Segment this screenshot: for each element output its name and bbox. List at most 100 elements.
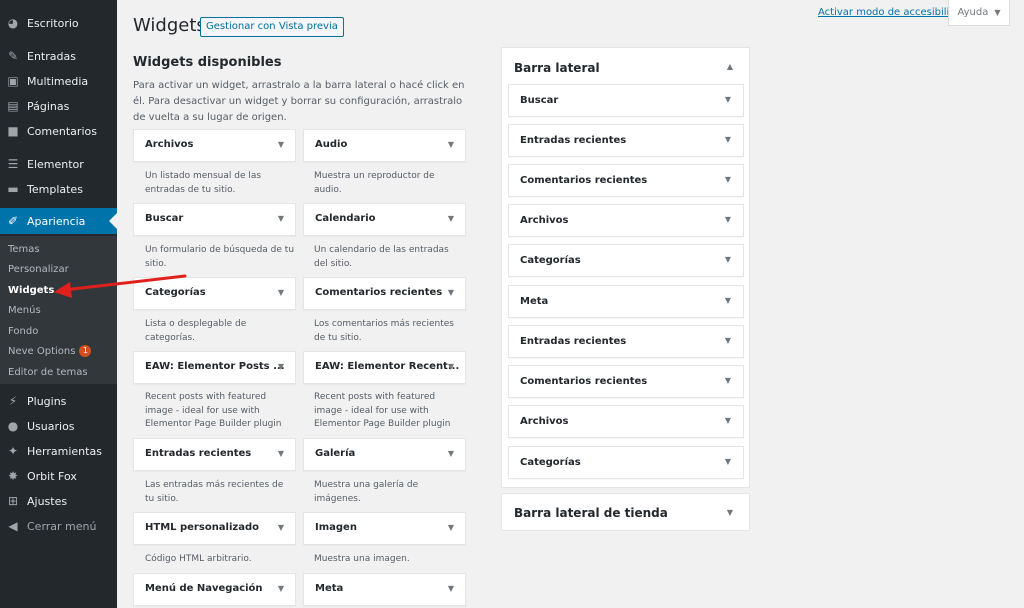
caret-down-icon[interactable]: ▼ xyxy=(448,449,454,458)
sidebar-widget[interactable]: Entradas recientes ▼ xyxy=(508,124,744,157)
caret-down-icon[interactable]: ▼ xyxy=(448,523,454,532)
sidebar-widget[interactable]: Archivos ▼ xyxy=(508,204,744,237)
widget-title: Entradas recientes xyxy=(520,336,627,347)
menu-item-paginas[interactable]: ▤ Páginas xyxy=(0,95,117,117)
widget-eaw-elementor-recent[interactable]: EAW: Elementor Recent... ▼ xyxy=(303,351,466,384)
caret-down-icon[interactable]: ▼ xyxy=(725,255,731,264)
caret-down-icon[interactable]: ▼ xyxy=(725,416,731,425)
caret-down-icon[interactable]: ▼ xyxy=(448,140,454,149)
widget-title: Archivos xyxy=(145,139,194,150)
widget-description: Lista o desplegable de categorías. xyxy=(145,319,247,343)
widget-description: Un calendario de las entradas del sitio. xyxy=(314,245,449,269)
widget-description: Un listado mensual de las entradas de tu… xyxy=(145,171,262,195)
menu-item-apariencia[interactable]: ✐ Apariencia xyxy=(0,208,117,234)
menu-item-templates[interactable]: ▬ Templates xyxy=(0,178,117,200)
menu-item-escritorio[interactable]: ◕ Escritorio xyxy=(0,12,117,34)
widget-buscar[interactable]: Buscar ▼ xyxy=(133,203,296,236)
sidebar-widget[interactable]: Categorías ▼ xyxy=(508,446,744,479)
widget-menu-de-navegacion[interactable]: Menú de Navegación ▼ xyxy=(133,573,296,606)
widget-html-personalizado[interactable]: HTML personalizado ▼ xyxy=(133,512,296,545)
caret-down-icon[interactable]: ▼ xyxy=(278,140,284,149)
widget-eaw-elementor-posts[interactable]: EAW: Elementor Posts ... ▼ xyxy=(133,351,296,384)
menu-item-plugins[interactable]: ⚡ Plugins xyxy=(0,390,117,412)
menu-item-entradas[interactable]: ✎ Entradas xyxy=(0,45,117,67)
submenu-item-menus[interactable]: Menús xyxy=(8,303,41,319)
widget-imagen[interactable]: Imagen ▼ xyxy=(303,512,466,545)
widget-title: Audio xyxy=(315,139,348,150)
caret-down-icon[interactable]: ▼ xyxy=(725,296,731,305)
caret-down-icon[interactable]: ▼ xyxy=(448,214,454,223)
widget-galeria[interactable]: Galería ▼ xyxy=(303,438,466,471)
settings-icon: ⊞ xyxy=(7,494,19,508)
update-count-badge: 1 xyxy=(79,345,92,357)
sidebar-area-title: Barra lateral de tienda xyxy=(514,506,668,520)
caret-down-icon[interactable]: ▼ xyxy=(725,457,731,466)
caret-down-icon[interactable]: ▼ xyxy=(278,584,284,593)
submenu-item-temas[interactable]: Temas xyxy=(8,242,40,258)
menu-item-herramientas[interactable]: ✦ Herramientas xyxy=(0,440,117,462)
sidebar-widget[interactable]: Buscar ▼ xyxy=(508,84,744,117)
widget-title: Galería xyxy=(315,448,356,459)
menu-item-label: Comentarios xyxy=(27,124,97,138)
sidebar-widget[interactable]: Archivos ▼ xyxy=(508,405,744,438)
menu-item-orbit-fox[interactable]: ✸ Orbit Fox xyxy=(0,465,117,487)
help-button[interactable]: Ayuda ▼ xyxy=(948,0,1010,26)
caret-down-icon[interactable]: ▼ xyxy=(448,362,454,371)
caret-down-icon[interactable]: ▼ xyxy=(448,288,454,297)
sidebar-widget[interactable]: Categorías ▼ xyxy=(508,244,744,277)
caret-down-icon[interactable]: ▼ xyxy=(725,135,731,144)
sidebar-widget[interactable]: Comentarios recientes ▼ xyxy=(508,365,744,398)
collapse-menu-button[interactable]: ◀ Cerrar menú xyxy=(0,515,117,537)
widget-comentarios-recientes[interactable]: Comentarios recientes ▼ xyxy=(303,277,466,310)
caret-down-icon[interactable]: ▼ xyxy=(725,376,731,385)
widget-calendario[interactable]: Calendario ▼ xyxy=(303,203,466,236)
sidebar-widget[interactable]: Entradas recientes ▼ xyxy=(508,325,744,358)
help-label: Ayuda xyxy=(957,7,989,18)
widget-title: Calendario xyxy=(315,213,376,224)
caret-down-icon[interactable]: ▼ xyxy=(448,584,454,593)
caret-up-icon[interactable]: ▲ xyxy=(727,62,733,71)
caret-down-icon: ▼ xyxy=(994,8,1001,17)
caret-down-icon[interactable]: ▼ xyxy=(278,523,284,532)
submenu-item-widgets[interactable]: Widgets xyxy=(8,283,54,299)
caret-down-icon[interactable]: ▼ xyxy=(725,175,731,184)
submenu-item-editor-de-temas[interactable]: Editor de temas xyxy=(8,365,88,381)
widget-title: EAW: Elementor Recent... xyxy=(315,361,460,372)
menu-item-elementor[interactable]: ☰ Elementor xyxy=(0,153,117,175)
manage-with-preview-button[interactable]: Gestionar con Vista previa xyxy=(200,17,344,37)
widget-description: Muestra un reproductor de audio. xyxy=(314,171,435,195)
widget-title: Meta xyxy=(315,583,344,594)
caret-down-icon[interactable]: ▼ xyxy=(725,336,731,345)
caret-down-icon[interactable]: ▼ xyxy=(725,95,731,104)
pin-icon: ✎ xyxy=(7,49,19,63)
sidebar-widget[interactable]: Meta ▼ xyxy=(508,285,744,318)
menu-item-label: Templates xyxy=(27,182,83,196)
accessibility-mode-link[interactable]: Activar modo de accesibilidad xyxy=(818,7,968,18)
fox-icon: ✸ xyxy=(7,469,19,483)
caret-down-icon[interactable]: ▼ xyxy=(725,215,731,224)
widget-title: Entradas recientes xyxy=(145,448,252,459)
menu-item-label: Multimedia xyxy=(27,74,89,88)
menu-item-comentarios[interactable]: ■ Comentarios xyxy=(0,120,117,142)
widget-meta[interactable]: Meta ▼ xyxy=(303,573,466,606)
widget-audio[interactable]: Audio ▼ xyxy=(303,129,466,162)
sidebar-area-barra-lateral-de-tienda[interactable]: Barra lateral de tienda ▼ xyxy=(501,493,750,531)
sidebar-widget[interactable]: Comentarios recientes ▼ xyxy=(508,164,744,197)
menu-item-multimedia[interactable]: ▣ Multimedia xyxy=(0,70,117,92)
caret-down-icon[interactable]: ▼ xyxy=(278,288,284,297)
widget-archivos[interactable]: Archivos ▼ xyxy=(133,129,296,162)
widget-title: Comentarios recientes xyxy=(520,376,648,387)
submenu-item-neve-options[interactable]: Neve Options 1 xyxy=(8,344,92,360)
widget-entradas-recientes[interactable]: Entradas recientes ▼ xyxy=(133,438,296,471)
caret-down-icon[interactable]: ▼ xyxy=(278,362,284,371)
menu-item-label: Orbit Fox xyxy=(27,469,77,483)
menu-item-ajustes[interactable]: ⊞ Ajustes xyxy=(0,490,117,512)
menu-item-usuarios[interactable]: ● Usuarios xyxy=(0,415,117,437)
dashboard-icon: ◕ xyxy=(7,16,19,30)
submenu-item-label: Neve Options xyxy=(8,346,76,357)
widget-title: Entradas recientes xyxy=(520,135,627,146)
caret-down-icon[interactable]: ▼ xyxy=(278,449,284,458)
caret-down-icon[interactable]: ▼ xyxy=(727,508,733,517)
submenu-item-fondo[interactable]: Fondo xyxy=(8,324,38,340)
caret-down-icon[interactable]: ▼ xyxy=(278,214,284,223)
